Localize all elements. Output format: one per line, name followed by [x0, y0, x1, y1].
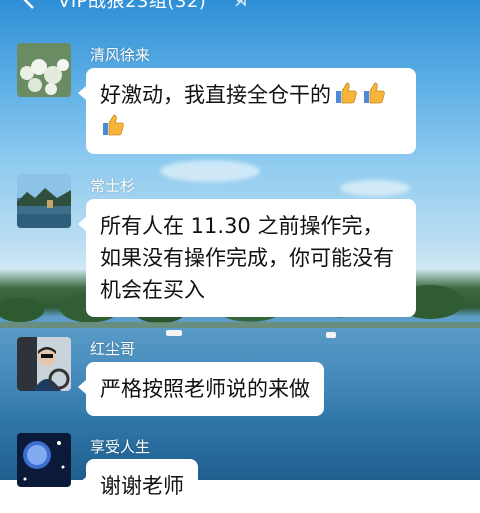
thumbs-up-icon — [364, 82, 385, 104]
cloud-decoration — [340, 180, 410, 196]
flower-avatar[interactable] — [17, 43, 71, 97]
message-text: 好激动，我直接全仓干的 — [100, 83, 331, 107]
mute-icon — [235, 0, 246, 7]
sender-name: 红尘哥 — [90, 340, 136, 358]
thumbs-up-icon — [336, 82, 357, 104]
message-bubble[interactable]: 好激动，我直接全仓干的 — [78, 68, 416, 154]
boat-decoration — [326, 332, 336, 338]
message-text: 所有人在 11.30 之前操作完，如果没有操作完成，你可能没有机会在买入 — [100, 214, 394, 302]
boat-decoration — [166, 330, 182, 336]
sender-name: 享受人生 — [90, 438, 151, 456]
thumbs-up-icon — [103, 114, 124, 136]
chevron-left-icon[interactable] — [18, 0, 42, 14]
message-bubble[interactable]: 谢谢老师 — [78, 459, 198, 513]
sender-name: 常士杉 — [90, 177, 136, 195]
shore-decoration — [0, 322, 480, 328]
landscape-avatar[interactable] — [17, 174, 71, 228]
message-bubble[interactable]: 所有人在 11.30 之前操作完，如果没有操作完成，你可能没有机会在买入 — [78, 199, 416, 317]
message-bubble[interactable]: 严格按照老师说的来做 — [78, 362, 324, 416]
sender-name: 清风徐来 — [90, 46, 151, 64]
chat-header: VIP战狼23组(32) — [0, 0, 480, 14]
space-avatar[interactable] — [17, 433, 71, 487]
chat-title: VIP战狼23组(32) — [58, 0, 207, 12]
driver-avatar[interactable] — [17, 337, 71, 391]
message-text: 谢谢老师 — [100, 474, 184, 498]
message-text: 严格按照老师说的来做 — [100, 377, 310, 401]
cloud-decoration — [160, 160, 260, 182]
